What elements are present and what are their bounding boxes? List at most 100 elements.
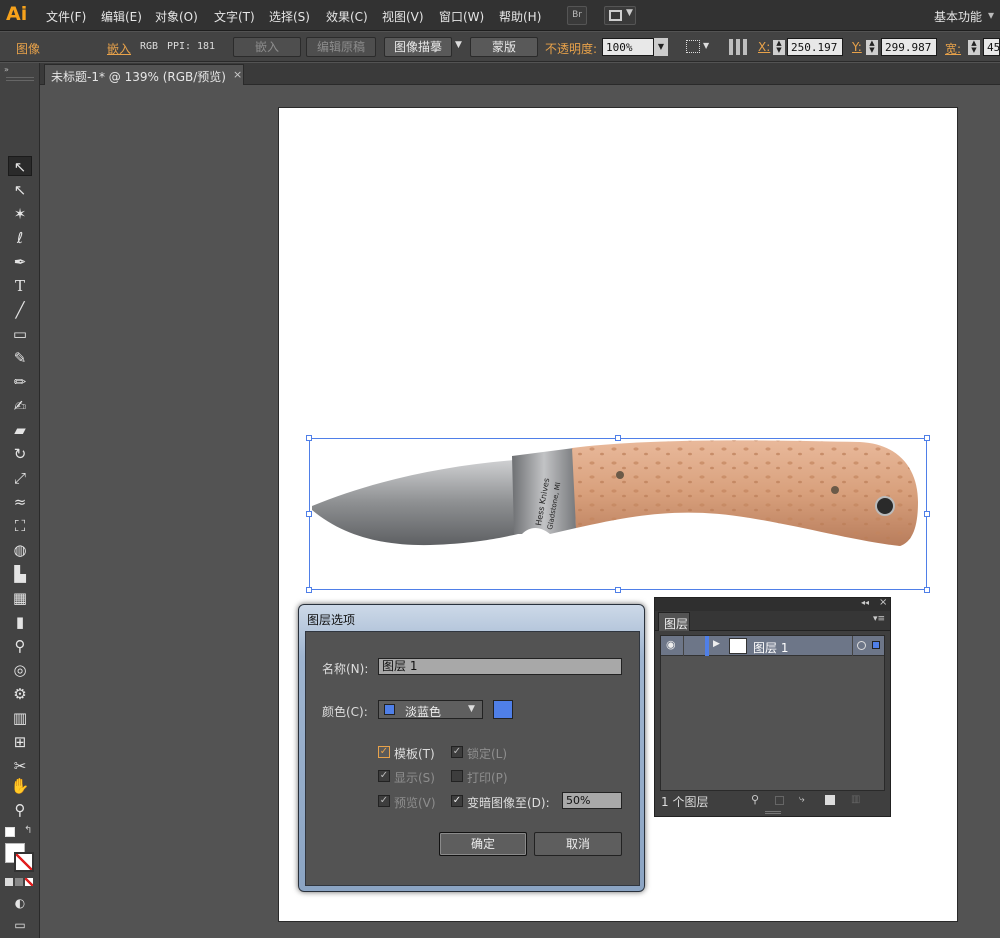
artboard-tool-icon[interactable]: ⊞	[8, 732, 32, 752]
eraser-tool-icon[interactable]: ▰	[8, 420, 32, 440]
edit-original-button[interactable]: 编辑原稿	[306, 37, 376, 57]
resize-handle[interactable]	[306, 435, 312, 441]
layer-row[interactable]: ◉ ▶ 图层 1	[661, 636, 884, 656]
blob-brush-tool-icon[interactable]: ✍	[8, 396, 32, 416]
reference-point-icon[interactable]	[729, 39, 747, 55]
screen-mode-icon[interactable]: ▭	[8, 915, 32, 935]
perspective-grid-tool-icon[interactable]: ▙	[8, 564, 32, 584]
hand-tool-icon[interactable]: ✋	[8, 776, 32, 796]
resize-handle[interactable]	[924, 587, 930, 593]
y-input[interactable]: 299.987	[881, 38, 937, 56]
menu-select[interactable]: 选择(S)	[269, 8, 310, 25]
resize-handle[interactable]	[615, 435, 621, 441]
color-dropdown[interactable]: 淡蓝色 ▼	[378, 700, 483, 719]
dim-images-checkbox[interactable]: ✓	[451, 795, 463, 807]
free-transform-tool-icon[interactable]: ⛶	[8, 516, 32, 536]
panel-grip[interactable]	[6, 77, 34, 81]
color-mode-icon[interactable]	[5, 878, 13, 886]
menu-file[interactable]: 文件(F)	[46, 8, 86, 25]
trash-icon[interactable]: ▥	[851, 794, 860, 805]
expand-triangle-icon[interactable]: ▶	[713, 639, 720, 649]
resize-handle[interactable]	[924, 511, 930, 517]
chevron-down-icon[interactable]: ▼	[703, 41, 709, 50]
swap-colors-icon[interactable]: ↰	[24, 825, 32, 836]
paintbrush-tool-icon[interactable]: ✎	[8, 348, 32, 368]
mask-button[interactable]: 蒙版	[470, 37, 538, 57]
collapse-icon[interactable]: ◂◂	[861, 598, 869, 607]
template-checkbox[interactable]: ✓	[378, 746, 390, 758]
eye-icon[interactable]: ◉	[666, 638, 676, 651]
cancel-button[interactable]: 取消	[534, 832, 622, 856]
lasso-tool-icon[interactable]: ℓ	[8, 228, 32, 248]
ok-button[interactable]: 确定	[439, 832, 527, 856]
magic-wand-tool-icon[interactable]: ✶	[8, 204, 32, 224]
symbol-sprayer-tool-icon[interactable]: ⚙	[8, 684, 32, 704]
none-mode-icon[interactable]	[25, 878, 33, 886]
width-input[interactable]: 45	[983, 38, 1000, 56]
menu-window[interactable]: 窗口(W)	[439, 8, 484, 25]
resize-handle[interactable]	[924, 435, 930, 441]
x-stepper[interactable]: ▲ ▼	[773, 40, 785, 55]
opacity-input[interactable]: 100%	[602, 38, 654, 56]
eyedropper-tool-icon[interactable]: ⚲	[8, 636, 32, 656]
zoom-tool-icon[interactable]: ⚲	[8, 800, 32, 820]
resize-handle[interactable]	[306, 511, 312, 517]
type-tool-icon[interactable]: T	[8, 276, 32, 296]
new-layer-icon[interactable]	[825, 795, 835, 805]
chevron-down-icon[interactable]: ▼	[455, 40, 462, 50]
gradient-tool-icon[interactable]: ▮	[8, 612, 32, 632]
image-trace-button[interactable]: 图像描摹	[384, 37, 452, 57]
document-tab[interactable]: 未标题-1* @ 139% (RGB/预览) ×	[44, 64, 244, 85]
menu-edit[interactable]: 编辑(E)	[101, 8, 142, 25]
gradient-mode-icon[interactable]	[15, 878, 23, 886]
menu-effect[interactable]: 效果(C)	[326, 8, 368, 25]
resize-handle[interactable]	[306, 587, 312, 593]
print-checkbox[interactable]	[451, 770, 463, 782]
arrange-documents-button[interactable]: ▼	[604, 6, 636, 25]
recolor-icon[interactable]	[686, 40, 700, 53]
line-tool-icon[interactable]: ╱	[8, 300, 32, 320]
collapse-icon[interactable]: »	[4, 65, 9, 74]
scale-tool-icon[interactable]: ⤢	[8, 468, 32, 488]
close-icon[interactable]: ×	[233, 68, 242, 81]
lock-checkbox[interactable]: ✓	[451, 746, 463, 758]
show-checkbox[interactable]: ✓	[378, 770, 390, 782]
rotate-tool-icon[interactable]: ↻	[8, 444, 32, 464]
menu-type[interactable]: 文字(T)	[214, 8, 255, 25]
layer-name[interactable]: 图层 1	[753, 639, 788, 656]
selection-tool-icon[interactable]: ↖	[8, 156, 32, 176]
shape-builder-tool-icon[interactable]: ◍	[8, 540, 32, 560]
default-colors-icon[interactable]	[5, 827, 15, 837]
blend-tool-icon[interactable]: ◎	[8, 660, 32, 680]
stroke-swatch[interactable]	[14, 852, 34, 872]
preview-checkbox[interactable]: ✓	[378, 795, 390, 807]
close-icon[interactable]: ×	[879, 597, 887, 608]
menu-help[interactable]: 帮助(H)	[499, 8, 541, 25]
make-clipping-mask-icon[interactable]	[775, 796, 784, 805]
panel-menu-icon[interactable]: ▾≡	[873, 614, 885, 624]
menu-view[interactable]: 视图(V)	[382, 8, 424, 25]
custom-color-swatch[interactable]	[493, 700, 513, 719]
bridge-button[interactable]: Br	[567, 6, 587, 25]
tab-layers[interactable]: 图层	[658, 612, 690, 631]
resize-handle[interactable]	[615, 587, 621, 593]
x-input[interactable]: 250.197	[787, 38, 843, 56]
workspace-switcher[interactable]: 基本功能	[934, 8, 982, 25]
layers-panel-header[interactable]: ◂◂ ×	[655, 597, 890, 611]
warp-tool-icon[interactable]: ≈	[8, 492, 32, 512]
chevron-down-icon[interactable]: ▼	[654, 38, 668, 56]
layer-name-input[interactable]: 图层 1	[378, 658, 622, 675]
search-icon[interactable]: ⚲	[751, 793, 759, 806]
rectangle-tool-icon[interactable]: ▭	[8, 324, 32, 344]
embed-status-link[interactable]: 嵌入	[107, 40, 131, 57]
mesh-tool-icon[interactable]: ▦	[8, 588, 32, 608]
selection-indicator[interactable]	[872, 641, 880, 649]
chevron-down-icon[interactable]: ▾	[988, 8, 994, 22]
pen-tool-icon[interactable]: ✒	[8, 252, 32, 272]
graph-tool-icon[interactable]: ▥	[8, 708, 32, 728]
pencil-tool-icon[interactable]: ✏	[8, 372, 32, 392]
new-sublayer-icon[interactable]: ⤷	[799, 794, 805, 805]
panel-resize-grip[interactable]	[765, 811, 781, 814]
target-icon[interactable]	[857, 641, 866, 650]
embed-button[interactable]: 嵌入	[233, 37, 301, 57]
